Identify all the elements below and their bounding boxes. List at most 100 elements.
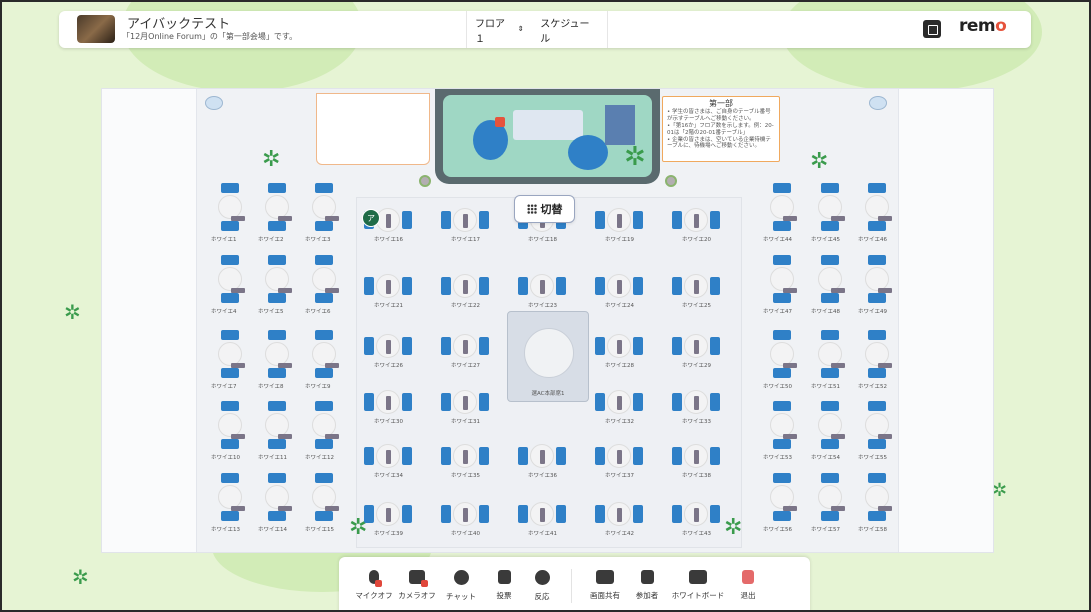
- table[interactable]: ホワイエ28: [595, 331, 661, 375]
- table[interactable]: ホワイエ38: [672, 441, 738, 485]
- table-label: ホワイエ44: [763, 237, 792, 243]
- camera-off-button[interactable]: カメラオフ: [395, 561, 439, 611]
- table[interactable]: ホワイエ10: [211, 401, 255, 461]
- table[interactable]: ホワイエ9: [305, 330, 349, 390]
- table[interactable]: ホワイエ46: [858, 183, 902, 243]
- screen-share-button[interactable]: 画面共有: [584, 561, 626, 611]
- table[interactable]: ホワイエ53: [763, 401, 807, 461]
- table[interactable]: ホワイエ32: [595, 387, 661, 431]
- table[interactable]: ホワイエ21: [364, 271, 430, 315]
- whiteboard-panel[interactable]: [316, 93, 430, 165]
- table[interactable]: ホワイエ29: [672, 331, 738, 375]
- chair-icon: [518, 505, 528, 523]
- table[interactable]: ホワイエ51: [811, 330, 855, 390]
- table[interactable]: ホワイエ22: [441, 271, 507, 315]
- table[interactable]: ホワイエ45: [811, 183, 855, 243]
- table-top: [684, 502, 708, 526]
- chair-icon: [672, 277, 682, 295]
- table-top: [684, 334, 708, 358]
- table[interactable]: ホワイエ48: [811, 255, 855, 315]
- chair-icon: [773, 473, 791, 483]
- table[interactable]: ホワイエ41: [518, 499, 584, 543]
- participants-icon: [640, 570, 654, 584]
- table[interactable]: ホワイエ5: [258, 255, 302, 315]
- table[interactable]: ホワイエ7: [211, 330, 255, 390]
- table[interactable]: ホワイエ20: [672, 205, 738, 249]
- table[interactable]: ホワイエ30: [364, 387, 430, 431]
- table-top: [218, 267, 245, 293]
- stage-inner: [443, 95, 652, 177]
- chair-icon: [710, 337, 720, 355]
- avatar[interactable]: ア: [362, 209, 380, 227]
- table[interactable]: ホワイエ24: [595, 271, 661, 315]
- table[interactable]: ホワイエ13: [211, 473, 255, 533]
- chair-icon: [268, 473, 286, 483]
- table[interactable]: ホワイエ49: [858, 255, 902, 315]
- table[interactable]: ホワイエ31: [441, 387, 507, 431]
- whiteboard-button[interactable]: ホワイトボード: [668, 561, 728, 611]
- exit-button[interactable]: 退出: [728, 561, 768, 611]
- floor-selector[interactable]: フロア１ ⇕: [467, 15, 532, 45]
- chat-button[interactable]: チャット: [439, 561, 483, 611]
- table[interactable]: ホワイエ36: [518, 441, 584, 485]
- table[interactable]: ホワイエ23: [518, 271, 584, 315]
- table[interactable]: ホワイエ35: [441, 441, 507, 485]
- table[interactable]: ホワイエ1: [211, 183, 255, 243]
- chair-icon: [773, 293, 791, 303]
- table[interactable]: ホワイエ44: [763, 183, 807, 243]
- table[interactable]: ホワイエ43: [672, 499, 738, 543]
- table[interactable]: ホワイエ12: [305, 401, 349, 461]
- table[interactable]: ホワイエ2: [258, 183, 302, 243]
- mic-off-button[interactable]: マイクオフ: [353, 561, 395, 611]
- table[interactable]: ホワイエ55: [858, 401, 902, 461]
- screen-share-label: 画面共有: [590, 591, 620, 600]
- table-label: ホワイエ37: [605, 473, 634, 479]
- table[interactable]: ホワイエ19: [595, 205, 661, 249]
- table[interactable]: ホワイエ11: [258, 401, 302, 461]
- chair-icon: [633, 447, 643, 465]
- table[interactable]: ホワイエ8: [258, 330, 302, 390]
- table[interactable]: ホワイエ40: [441, 499, 507, 543]
- chair-icon: [402, 211, 412, 229]
- laptop-icon: [694, 450, 699, 464]
- chair-icon: [821, 330, 839, 340]
- table[interactable]: ホワイエ26: [364, 331, 430, 375]
- plant-icon: ✲: [810, 149, 829, 174]
- table[interactable]: ホワイエ47: [763, 255, 807, 315]
- wall-lamp-icon: [869, 96, 887, 110]
- table[interactable]: ホワイエ14: [258, 473, 302, 533]
- participants-button[interactable]: 参加者: [626, 561, 668, 611]
- logo-accent: o: [995, 16, 1007, 36]
- table[interactable]: ホワイエ50: [763, 330, 807, 390]
- table[interactable]: ホワイエ4: [211, 255, 255, 315]
- reception-table[interactable]: 選AC本部席1: [507, 311, 589, 402]
- table[interactable]: ホワイエ56: [763, 473, 807, 533]
- table[interactable]: ホワイエ33: [672, 387, 738, 431]
- table[interactable]: ホワイエ27: [441, 331, 507, 375]
- reaction-button[interactable]: 反応: [525, 561, 559, 611]
- poll-label: 投票: [496, 591, 512, 600]
- table[interactable]: ホワイエ15: [305, 473, 349, 533]
- chair-icon: [518, 277, 528, 295]
- table[interactable]: ホワイエ54: [811, 401, 855, 461]
- table[interactable]: ホワイエ3: [305, 183, 349, 243]
- poll-button[interactable]: 投票: [483, 561, 525, 611]
- table[interactable]: ホワイエ25: [672, 271, 738, 315]
- table-top: [818, 342, 845, 368]
- table-label: ホワイエ14: [258, 527, 287, 533]
- table-label: ホワイエ33: [682, 419, 711, 425]
- table[interactable]: ホワイエ39: [364, 499, 430, 543]
- switch-view-button[interactable]: 切替: [514, 195, 575, 223]
- schedule-button[interactable]: スケジュール: [532, 15, 607, 45]
- exit-label: 退出: [740, 591, 756, 600]
- table[interactable]: ホワイエ17: [441, 205, 507, 249]
- table[interactable]: ホワイエ6: [305, 255, 349, 315]
- table[interactable]: ホワイエ52: [858, 330, 902, 390]
- calendar-icon[interactable]: [923, 20, 941, 38]
- chair-icon: [773, 255, 791, 265]
- table[interactable]: ホワイエ42: [595, 499, 661, 543]
- table[interactable]: ホワイエ58: [858, 473, 902, 533]
- table[interactable]: ホワイエ57: [811, 473, 855, 533]
- table[interactable]: ホワイエ34: [364, 441, 430, 485]
- table[interactable]: ホワイエ37: [595, 441, 661, 485]
